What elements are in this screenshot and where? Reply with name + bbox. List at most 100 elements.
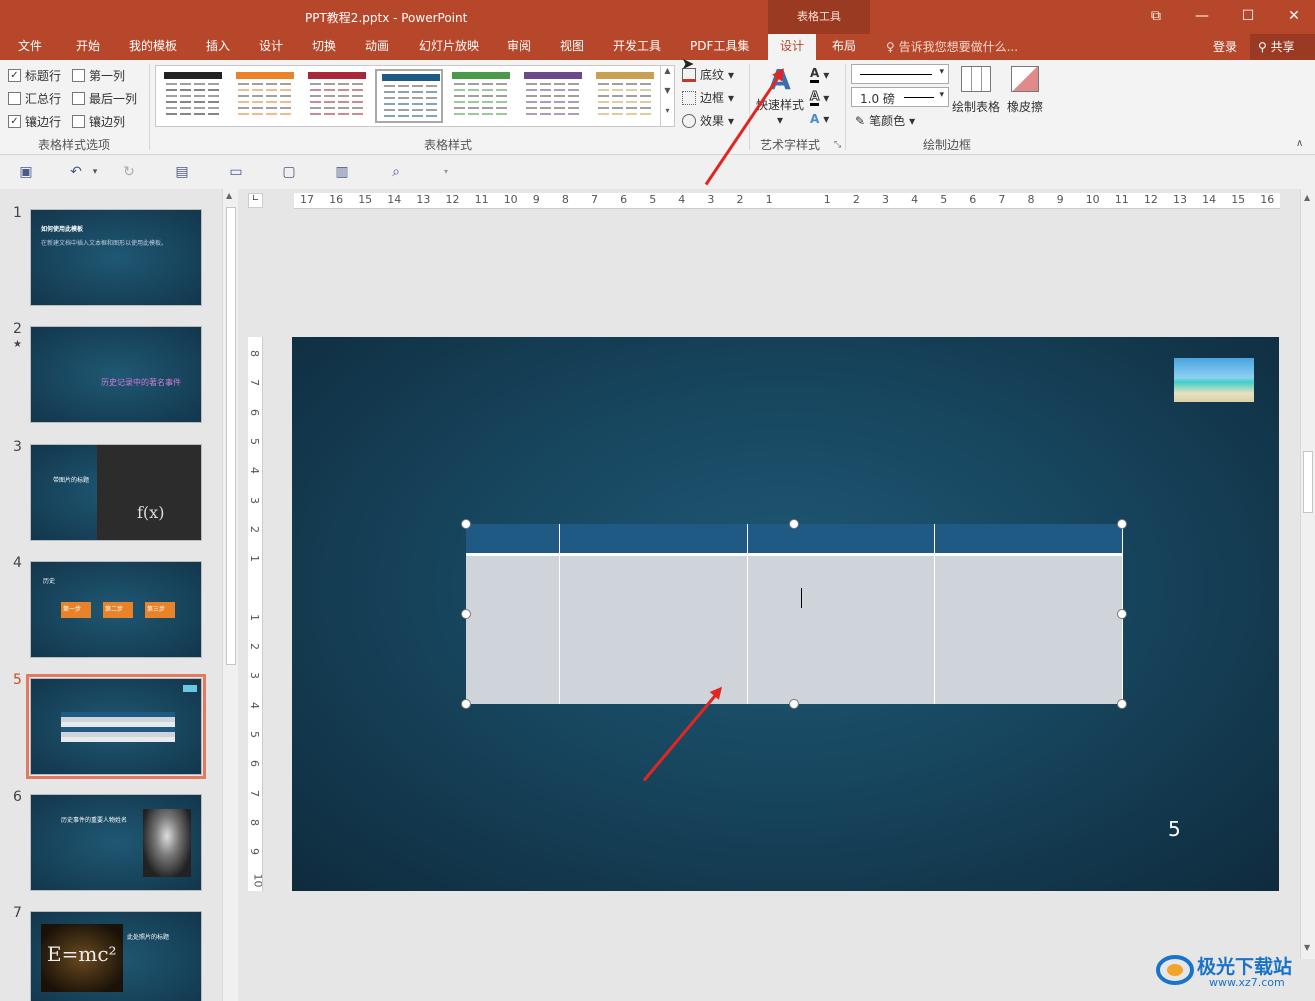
scroll-up-icon[interactable]: ▲ xyxy=(226,191,232,200)
table-style-option[interactable] xyxy=(452,72,510,120)
resize-handle[interactable] xyxy=(461,609,471,619)
effects-button[interactable]: 效果 ▾ xyxy=(682,112,734,129)
tab-review[interactable]: 审阅 xyxy=(507,38,531,54)
tab-table-design[interactable]: 设计 xyxy=(768,34,817,60)
tab-table-layout[interactable]: 布局 xyxy=(832,38,856,54)
tab-home[interactable]: 开始 xyxy=(76,38,100,54)
checkbox-checked[interactable]: ✓ xyxy=(8,69,21,82)
table-style-option[interactable] xyxy=(308,72,366,120)
resize-handle[interactable] xyxy=(461,699,471,709)
table-style-option[interactable] xyxy=(236,72,294,120)
pen-style-dropdown[interactable]: ▾ xyxy=(851,64,949,84)
tab-file[interactable]: 文件 xyxy=(18,38,42,54)
gallery-scroll-up-icon[interactable]: ▲ xyxy=(660,66,674,86)
table-row[interactable] xyxy=(466,554,1123,704)
tab-view[interactable]: 视图 xyxy=(560,38,584,54)
textbox-icon[interactable]: ▭ xyxy=(228,164,244,180)
pen-color-button[interactable]: ✎ 笔颜色 ▾ xyxy=(855,112,915,129)
tab-insert[interactable]: 插入 xyxy=(206,38,230,54)
gallery-more-icon[interactable]: ▾ xyxy=(660,106,674,126)
dialog-launcher-icon[interactable]: ⤡ xyxy=(834,140,841,150)
share-button[interactable]: ⚲ 共享 xyxy=(1250,34,1315,60)
table-cell[interactable] xyxy=(559,554,748,704)
customize-qat-icon[interactable]: ▾ xyxy=(438,164,454,180)
table-cell[interactable] xyxy=(747,554,936,704)
draw-table-button[interactable]: 绘制表格 xyxy=(950,66,1002,115)
checkbox[interactable] xyxy=(8,92,21,105)
slideshow-icon[interactable]: ▥ xyxy=(334,164,350,180)
redo-icon[interactable]: ↻ xyxy=(121,164,137,180)
table-cell[interactable] xyxy=(466,554,561,704)
table-cell[interactable] xyxy=(559,524,748,556)
table-cell[interactable] xyxy=(466,524,561,556)
tab-transitions[interactable]: 切换 xyxy=(312,38,336,54)
text-outline-button[interactable]: A ▾ xyxy=(809,89,829,106)
scroll-up-icon[interactable]: ▲ xyxy=(1304,193,1310,202)
option-banded-rows[interactable]: ✓ 镶边行 xyxy=(8,113,61,130)
resize-handle[interactable] xyxy=(1117,609,1127,619)
ribbon-display-options-icon[interactable]: ⧉ xyxy=(1133,0,1179,34)
beach-photo-image[interactable] xyxy=(1174,358,1254,402)
undo-dropdown-icon[interactable]: ▾ xyxy=(87,164,103,180)
table-style-option[interactable] xyxy=(524,72,582,120)
resize-handle[interactable] xyxy=(789,699,799,709)
table-style-option[interactable] xyxy=(596,72,654,120)
pen-weight-dropdown[interactable]: 1.0 磅 ▾ xyxy=(851,87,949,107)
slide-thumbnail-1[interactable]: 如何使用此模板 在新建文档中插入文本框和图形以使用此模板。 xyxy=(30,209,202,306)
text-effects-button[interactable]: A ▾ xyxy=(810,112,829,126)
slide-thumbnail-5[interactable] xyxy=(26,674,206,779)
tab-slideshow[interactable]: 幻灯片放映 xyxy=(419,38,479,54)
slide-thumbnail-3[interactable]: 带图片的标题 f(x) xyxy=(30,444,202,541)
table-cell[interactable] xyxy=(934,554,1123,704)
slide-thumbnail-4[interactable]: 历史 第一步 第二步 第三步 xyxy=(30,561,202,658)
slide-thumbnail-6[interactable]: 历史事件的重要人物姓名 xyxy=(30,794,202,891)
resize-handle[interactable] xyxy=(789,519,799,529)
table-cell[interactable] xyxy=(934,524,1123,556)
tab-my-templates[interactable]: 我的模板 xyxy=(129,38,177,54)
tab-pdf-tools[interactable]: PDF工具集 xyxy=(690,38,749,54)
option-header-row[interactable]: ✓ 标题行 xyxy=(8,67,61,84)
resize-handle[interactable] xyxy=(461,519,471,529)
editor-scrollbar[interactable]: ▲ ▼ xyxy=(1300,189,1315,959)
from-beginning-icon[interactable]: ▤ xyxy=(174,164,190,180)
slide-thumbnail-2[interactable]: 历史记录中的著名事件 xyxy=(30,326,202,423)
close-button[interactable]: ✕ xyxy=(1271,0,1315,34)
checkbox[interactable] xyxy=(72,115,85,128)
tab-animations[interactable]: 动画 xyxy=(365,38,389,54)
maximize-button[interactable]: ☐ xyxy=(1225,0,1271,34)
print-preview-icon[interactable]: ⌕ xyxy=(388,164,404,180)
table-style-option[interactable] xyxy=(164,72,222,120)
eraser-button[interactable]: 橡皮擦 xyxy=(1002,66,1048,115)
scrollbar-thumb[interactable] xyxy=(1303,451,1313,513)
table-style-option-selected[interactable] xyxy=(375,69,443,123)
tab-selector-icon[interactable]: ∟ xyxy=(248,193,263,208)
borders-button[interactable]: 边框 ▾ xyxy=(682,89,734,106)
text-fill-button[interactable]: A ▾ xyxy=(810,66,829,83)
tell-me-search[interactable]: ♀ 告诉我您想要做什么... xyxy=(886,38,1018,55)
tab-developer[interactable]: 开发工具 xyxy=(613,38,661,54)
option-total-row[interactable]: 汇总行 xyxy=(8,90,61,107)
slide-table[interactable] xyxy=(466,524,1123,704)
option-banded-columns[interactable]: 镶边列 xyxy=(72,113,125,130)
thumbnail-scrollbar[interactable]: ▲ xyxy=(222,189,238,1001)
checkbox-checked[interactable]: ✓ xyxy=(8,115,21,128)
checkbox[interactable] xyxy=(72,69,85,82)
table-cell[interactable] xyxy=(747,524,936,556)
slide-thumbnail-7[interactable]: E=mc² 此处照片的标题 xyxy=(30,911,202,1001)
vertical-ruler[interactable]: 8 7 6 5 4 3 2 1 1 2 3 4 5 6 7 8 9 10 xyxy=(248,337,263,891)
undo-icon[interactable]: ↶ xyxy=(68,164,84,180)
option-first-column[interactable]: 第一列 xyxy=(72,67,125,84)
scrollbar-thumb[interactable] xyxy=(226,207,236,665)
login-link[interactable]: 登录 xyxy=(1213,38,1237,55)
horizontal-ruler[interactable]: 17 16 15 14 13 12 11 10 9 8 7 6 5 4 3 2 1 1 2 3 4 5 6 7 8 9 10 11 12… xyxy=(294,193,1280,209)
tab-design[interactable]: 设计 xyxy=(259,38,283,54)
minimize-button[interactable]: — xyxy=(1179,0,1225,34)
resize-handle[interactable] xyxy=(1117,699,1127,709)
checkbox[interactable] xyxy=(72,92,85,105)
resize-handle[interactable] xyxy=(1117,519,1127,529)
option-last-column[interactable]: 最后一列 xyxy=(72,90,137,107)
save-icon[interactable]: ▣ xyxy=(18,164,34,180)
gallery-scroll-down-icon[interactable]: ▼ xyxy=(660,86,674,106)
presenter-icon[interactable]: ▢ xyxy=(281,164,297,180)
collapse-ribbon-icon[interactable]: ∧ xyxy=(1296,138,1303,149)
